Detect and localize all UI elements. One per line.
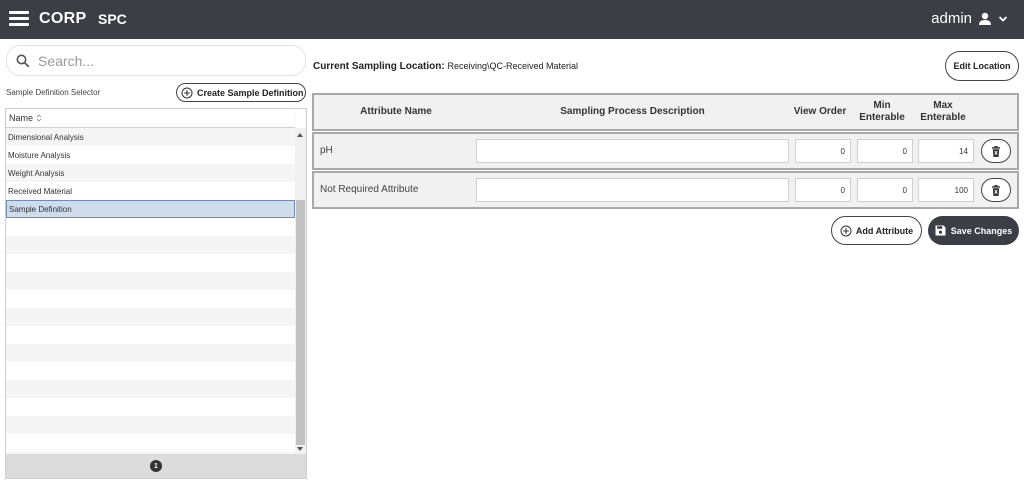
plus-circle-icon [840,225,852,236]
create-sample-definition-button[interactable]: Create Sample Definition [176,83,306,102]
hamburger-icon[interactable] [9,11,29,27]
scroll-up-arrow[interactable] [297,133,303,137]
empty-row [6,218,295,236]
column-attribute-name: Attribute Name [360,106,432,117]
delete-attribute-button[interactable] [981,178,1011,202]
top-bar: CORP SPC admin [0,0,1024,39]
max-enterable-input[interactable] [918,178,974,202]
search-icon [16,54,30,67]
search-input[interactable] [38,52,288,69]
brand-logo: CORP [39,10,87,27]
min-enterable-input[interactable] [857,178,913,202]
list-item[interactable]: Received Material [6,182,295,200]
edit-location-button[interactable]: Edit Location [945,51,1019,81]
empty-row [6,254,295,272]
min-enterable-input[interactable] [857,139,913,163]
scroll-thumb[interactable] [296,200,305,445]
save-changes-button[interactable]: Save Changes [928,216,1019,245]
list-header-name[interactable]: Name [6,109,295,128]
empty-row [6,344,295,362]
search-box [6,45,306,76]
list-item[interactable]: Weight Analysis [6,164,295,182]
attribute-name: Not Required Attribute [320,184,419,195]
empty-row [6,236,295,254]
create-button-label: Create Sample Definition [197,87,304,98]
add-attribute-button[interactable]: Add Attribute [831,216,922,245]
view-order-input[interactable] [795,139,851,163]
empty-row [6,272,295,290]
column-description: Sampling Process Description [560,106,705,117]
page-number-badge[interactable]: 1 [150,460,162,472]
save-icon [935,225,946,236]
empty-row [6,416,295,434]
list-scrollbar[interactable] [295,128,306,455]
max-enterable-input[interactable] [918,139,974,163]
trash-icon [992,184,1000,196]
empty-row [6,308,295,326]
attribute-row: pH [312,132,1019,170]
column-view-order: View Order [793,106,847,117]
attribute-table-header: Attribute Name Sampling Process Descript… [312,93,1019,131]
attribute-row: Not Required Attribute [312,171,1019,209]
plus-circle-icon [181,87,193,98]
selector-label: Sample Definition Selector [6,88,101,97]
scroll-down-arrow[interactable] [297,447,303,451]
column-max-enterable: Max Enterable [920,100,966,123]
list-item[interactable]: Moisture Analysis [6,146,295,164]
user-name: admin [931,10,972,27]
user-menu[interactable]: admin [931,10,1008,27]
user-icon [979,12,991,25]
sort-icon [36,114,42,122]
empty-row [6,380,295,398]
empty-row [6,326,295,344]
chevron-down-icon [998,15,1008,22]
empty-row [6,362,295,380]
save-changes-label: Save Changes [950,225,1013,236]
app-name: SPC [98,11,127,27]
description-input[interactable] [476,139,789,163]
empty-row [6,434,295,452]
pager: 1 [6,454,306,478]
empty-row [6,290,295,308]
description-input[interactable] [476,178,789,202]
column-min-enterable: Min Enterable [859,100,905,123]
attribute-name: pH [320,145,333,156]
column-header-label: Name [9,113,34,123]
empty-row [6,398,295,416]
sample-definition-list: Name Dimensional Analysis Moisture Analy… [5,108,307,479]
view-order-input[interactable] [795,178,851,202]
list-item[interactable]: Dimensional Analysis [6,128,295,146]
add-attribute-label: Add Attribute [855,225,914,236]
list-item-selected[interactable]: Sample Definition [6,200,295,218]
location-value: Receiving\QC-Received Material [447,61,579,71]
delete-attribute-button[interactable] [981,139,1011,163]
list-rows: Dimensional Analysis Moisture Analysis W… [6,128,295,455]
location-label: Current Sampling Location: [313,61,445,72]
trash-icon [992,145,1000,157]
current-sampling-location: Current Sampling Location: Receiving\QC-… [313,61,578,72]
